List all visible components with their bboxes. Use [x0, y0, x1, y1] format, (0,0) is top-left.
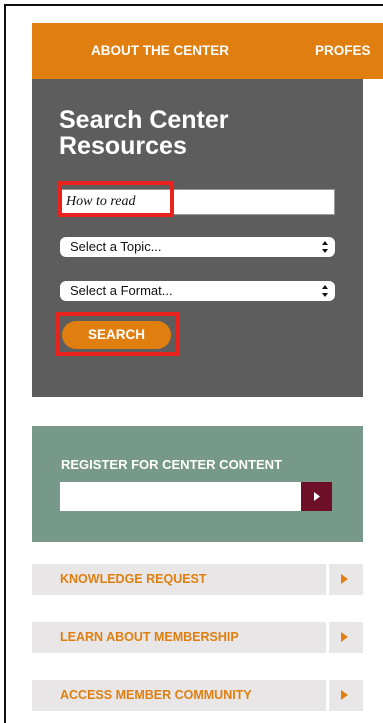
- format-select[interactable]: Select a Format...: [60, 281, 335, 301]
- topic-select[interactable]: Select a Topic...: [60, 237, 335, 257]
- register-submit-button[interactable]: [301, 482, 332, 511]
- up-down-chevron-icon: [322, 285, 328, 297]
- link-row-label: ACCESS MEMBER COMMUNITY: [60, 688, 252, 702]
- search-button-highlight: [55, 312, 179, 356]
- search-panel-title: Search Center Resources: [59, 106, 229, 160]
- nav-item-professional[interactable]: PROFES: [315, 23, 371, 79]
- play-arrow-icon: [314, 492, 320, 501]
- up-down-chevron-icon: [322, 241, 328, 253]
- top-nav-bar: ABOUT THE CENTER PROFES: [32, 23, 383, 79]
- link-row-label: LEARN ABOUT MEMBERSHIP: [60, 630, 239, 644]
- play-arrow-icon[interactable]: [341, 690, 348, 700]
- link-row-knowledge-request[interactable]: KNOWLEDGE REQUEST: [32, 564, 363, 595]
- link-row-divider: [326, 564, 329, 595]
- play-arrow-icon[interactable]: [341, 574, 348, 584]
- topic-select-label: Select a Topic...: [70, 239, 162, 254]
- register-panel: REGISTER FOR CENTER CONTENT: [32, 426, 363, 542]
- register-panel-title: REGISTER FOR CENTER CONTENT: [61, 457, 283, 472]
- register-email-input[interactable]: [60, 482, 301, 511]
- format-select-label: Select a Format...: [70, 283, 173, 298]
- search-input-highlight: [58, 181, 174, 217]
- link-row-divider: [326, 680, 329, 711]
- nav-item-about-the-center[interactable]: ABOUT THE CENTER: [91, 23, 229, 79]
- link-row-divider: [326, 622, 329, 653]
- link-row-learn-about-membership[interactable]: LEARN ABOUT MEMBERSHIP: [32, 622, 363, 653]
- play-arrow-icon[interactable]: [341, 632, 348, 642]
- link-row-label: KNOWLEDGE REQUEST: [60, 572, 207, 586]
- link-row-access-member-community[interactable]: ACCESS MEMBER COMMUNITY: [32, 680, 363, 711]
